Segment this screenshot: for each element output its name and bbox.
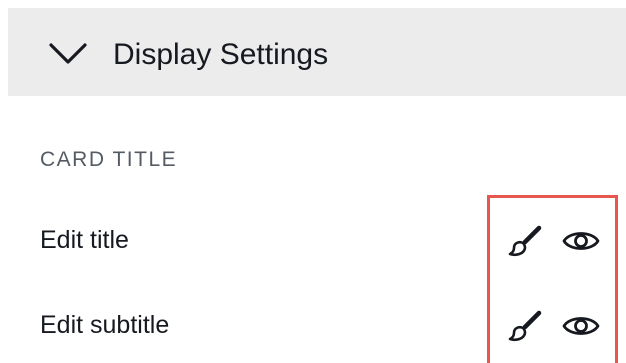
display-settings-header[interactable]: Display Settings	[8, 8, 626, 96]
eye-icon[interactable]	[561, 221, 601, 261]
edit-title-label: Edit title	[40, 226, 129, 254]
paintbrush-icon[interactable]	[505, 306, 545, 346]
card-title-group-label: CARD TITLE	[40, 148, 178, 171]
display-settings-panel: Display Settings CARD TITLE Edit title E…	[0, 0, 626, 363]
eye-icon[interactable]	[561, 306, 601, 346]
paintbrush-icon[interactable]	[505, 221, 545, 261]
section-title: Display Settings	[113, 38, 329, 71]
chevron-down-icon[interactable]	[48, 42, 88, 66]
edit-subtitle-label: Edit subtitle	[40, 311, 170, 339]
